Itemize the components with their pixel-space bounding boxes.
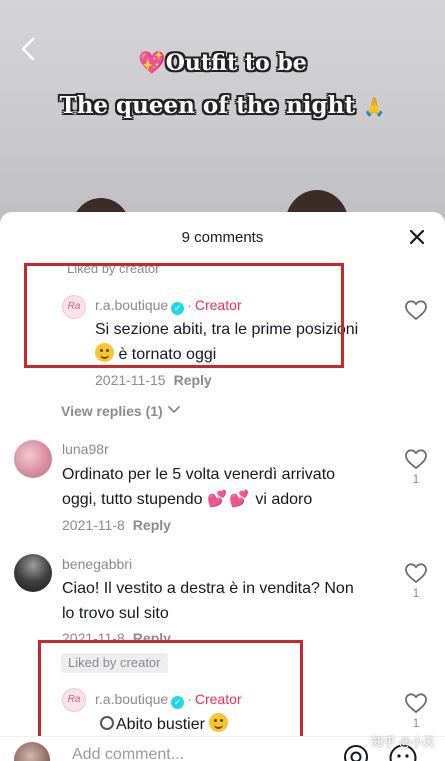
- comment-meta: 2021-11-8 Reply: [62, 630, 171, 641]
- comment-text: Ciao! Il vestito a destra è in vendita? …: [62, 580, 354, 622]
- comment-date: 2021-11-15: [95, 372, 166, 388]
- heart-outline-icon: [405, 693, 427, 713]
- video-background: 💖Outfit to be The queen of the night 🙏: [0, 0, 445, 230]
- heart-outline-icon: [405, 563, 427, 583]
- comment-text: Si sezione abiti, tra le prime posizioni…: [95, 321, 359, 363]
- view-replies-button[interactable]: View replies (1): [61, 403, 181, 419]
- video-caption-line1: 💖Outfit to be: [138, 50, 307, 76]
- reply-button[interactable]: Reply: [133, 630, 171, 641]
- avatar[interactable]: [14, 440, 52, 478]
- like-count: 1: [412, 716, 420, 730]
- video-caption-line2: The queen of the night 🙏: [59, 92, 386, 119]
- reply-button[interactable]: Reply: [133, 517, 171, 533]
- heart-outline-icon: [405, 449, 427, 469]
- liked-by-creator-tag: Liked by creator: [61, 653, 168, 673]
- comments-sheet: 9 comments Liked by creator Ra r.a.bouti…: [0, 212, 445, 761]
- avatar[interactable]: [14, 554, 52, 592]
- comment-date: 2021-11-8: [62, 517, 125, 533]
- smiling-face-icon: [95, 343, 114, 362]
- comment-username[interactable]: r.a.boutique ✓ · Creator: [95, 691, 242, 709]
- like-count: 1: [412, 586, 420, 600]
- like-button[interactable]: [403, 299, 429, 321]
- magnifier-icon: [100, 716, 114, 730]
- comment-username[interactable]: r.a.boutique ✓ · Creator: [95, 297, 242, 315]
- heart-outline-icon: [405, 300, 427, 320]
- comment-meta: 2021-11-8 Reply: [62, 517, 171, 533]
- avatar[interactable]: Ra: [62, 295, 86, 319]
- close-icon[interactable]: [407, 227, 427, 247]
- two-hearts-icon: 💕💕: [207, 491, 251, 508]
- liked-by-creator-tag: Liked by creator: [67, 261, 160, 276]
- comments-count-title: 9 comments: [181, 229, 264, 246]
- like-count: 1: [412, 472, 420, 486]
- comment-username[interactable]: luna98r: [62, 441, 109, 457]
- creator-label: Creator: [194, 691, 242, 707]
- avatar[interactable]: Ra: [62, 688, 86, 712]
- like-button[interactable]: 1: [403, 562, 429, 600]
- comment-username[interactable]: benegabbri: [62, 556, 132, 572]
- like-button[interactable]: 1: [403, 692, 429, 730]
- chevron-down-icon: [167, 406, 180, 413]
- verified-badge-icon: ✓: [171, 302, 185, 315]
- watermark: 知乎 @小天: [371, 735, 435, 749]
- comment-text: Ordinato per le 5 volta venerdì arrivato…: [62, 466, 336, 508]
- comment-input[interactable]: [62, 740, 322, 761]
- comment-meta: 2021-11-15 Reply: [95, 372, 212, 388]
- sparkling-heart-icon: 💖: [138, 50, 166, 76]
- comment-text: Abito bustier: [100, 712, 229, 737]
- reply-button[interactable]: Reply: [174, 372, 212, 388]
- comment-date: 2021-11-8: [62, 630, 125, 641]
- like-button[interactable]: 1: [403, 448, 429, 486]
- praying-hands-icon: 🙏: [363, 97, 386, 118]
- smiling-face-icon: [209, 713, 229, 732]
- verified-badge-icon: ✓: [171, 696, 185, 709]
- creator-label: Creator: [194, 297, 242, 313]
- mention-at-icon[interactable]: [342, 743, 370, 761]
